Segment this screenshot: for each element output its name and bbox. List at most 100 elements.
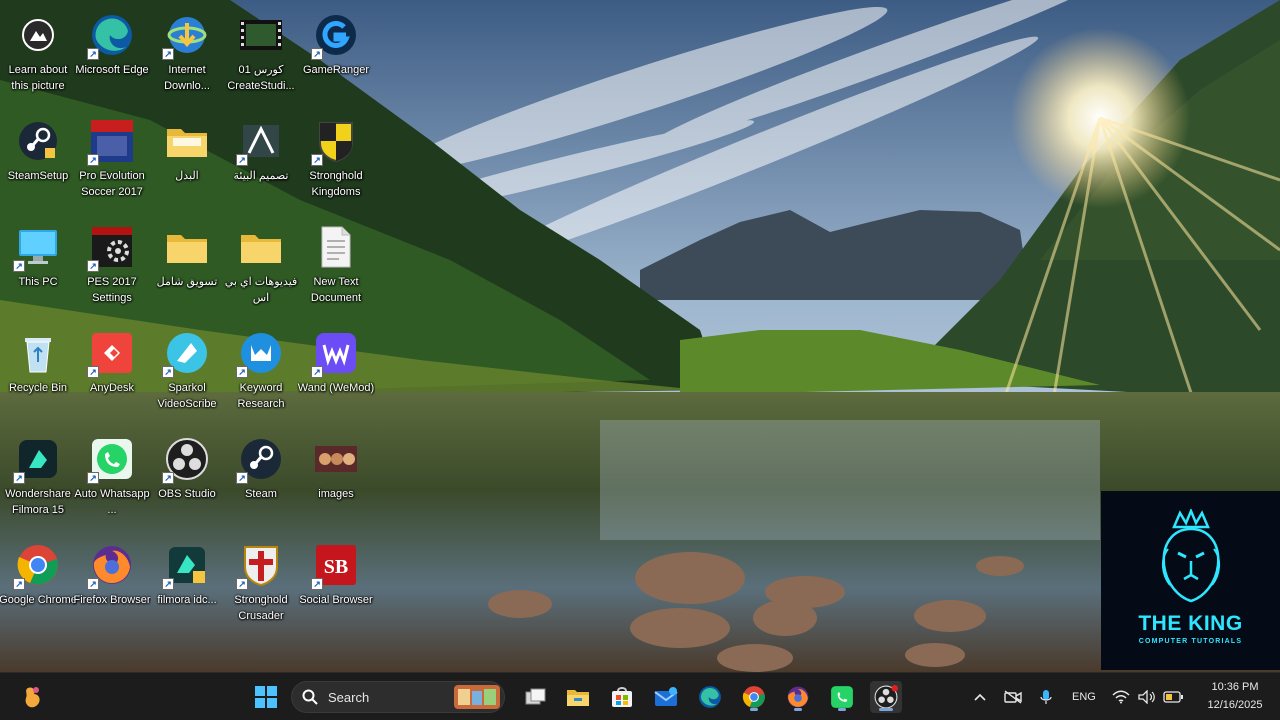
task-view-icon	[525, 688, 546, 705]
desktop-icon-folder-arabic-2[interactable]: تسويق شامل	[150, 218, 224, 314]
input-language-indicator[interactable]: ENG	[1072, 691, 1096, 703]
keyword-research-icon: ↗	[236, 330, 284, 378]
tray-microphone-button[interactable]	[1034, 681, 1058, 713]
clock-date[interactable]: 12/16/2025	[1198, 699, 1272, 711]
desktop-icon-steam[interactable]: ↗ Steam	[224, 430, 298, 526]
desktop-icon-google-chrome[interactable]: ↗ Google Chrome	[0, 536, 77, 632]
desktop-icon-internet-download-manager[interactable]: ↗ Internet Downlo...	[150, 6, 224, 102]
desktop-icon-wondershare-filmora[interactable]: ↗ Wondershare Filmora 15	[1, 430, 75, 526]
start-button[interactable]	[250, 681, 282, 713]
task-view-button[interactable]	[520, 681, 552, 713]
desktop-icon-steamsetup[interactable]: SteamSetup	[1, 112, 75, 208]
clock-time[interactable]: 10:36 PM	[1198, 681, 1272, 693]
desktop-icon-obs-studio[interactable]: ↗ OBS Studio	[150, 430, 224, 526]
file-explorer-button[interactable]	[562, 681, 594, 713]
volume-icon	[1138, 690, 1155, 704]
desktop-icon-stronghold-kingdoms[interactable]: ↗ Stronghold Kingdoms	[299, 112, 373, 208]
icon-label: AnyDesk	[89, 382, 135, 394]
shortcut-arrow-icon: ↗	[87, 154, 99, 166]
obs-taskbar-button[interactable]	[870, 681, 902, 713]
running-indicator	[838, 708, 846, 711]
icon-label: البدل	[175, 170, 199, 182]
desktop-icon-anydesk[interactable]: ↗ AnyDesk	[75, 324, 149, 420]
stronghold-kingdoms-icon: ↗	[311, 118, 359, 166]
desktop-icon-folder-arabic-3[interactable]: فيديوهات اي بي اس	[224, 218, 298, 314]
widgets-button[interactable]	[18, 681, 50, 713]
icon-label: فيديوهات اي بي اس	[224, 276, 298, 304]
desktop-icon-pes-2017-settings[interactable]: ↗ PES 2017 Settings	[75, 218, 149, 314]
tray-wifi-button[interactable]	[1108, 681, 1134, 713]
search-placeholder: Search	[328, 690, 370, 705]
stronghold-crusader-icon: ↗	[236, 542, 284, 590]
obs-icon: ↗	[162, 436, 210, 484]
desktop-icon-wand-wemod[interactable]: ↗ Wand (WeMod)	[298, 324, 374, 420]
pes-2017-icon: ↗	[87, 118, 135, 166]
desktop-icon-learn-about-this-picture[interactable]: Learn about this picture	[1, 6, 75, 102]
edge-icon: ↗	[87, 12, 135, 60]
desktop-icon-social-browser[interactable]: SB ↗ Social Browser	[299, 536, 373, 632]
whatsapp-auto-icon: ↗	[87, 436, 135, 484]
search-icon	[302, 689, 318, 705]
icon-label: Sparkol VideoScribe	[157, 382, 217, 410]
mail-button[interactable]	[650, 681, 682, 713]
icon-label: SteamSetup	[7, 170, 69, 182]
videoscribe-icon: ↗	[162, 330, 210, 378]
steam-setup-icon	[15, 118, 61, 164]
icon-label: OBS Studio	[158, 488, 216, 500]
icon-label: Firefox Browser	[73, 594, 151, 606]
images-icon	[313, 436, 359, 482]
desktop-icon-folder-arabic-1[interactable]: البدل	[150, 112, 224, 208]
folder-icon	[164, 118, 210, 164]
desktop-icon-stronghold-crusader[interactable]: ↗ Stronghold Crusader	[224, 536, 298, 632]
firefox-taskbar-button[interactable]	[782, 681, 814, 713]
filmora-idc-icon: ↗	[162, 542, 210, 590]
running-indicator	[750, 708, 758, 711]
taskbar-search-box[interactable]: Search	[291, 681, 505, 713]
desktop-icon-auto-whatsapp[interactable]: ↗ Auto Whatsapp ...	[74, 430, 150, 526]
icon-label: Google Chrome	[0, 594, 77, 606]
show-hidden-icons-button[interactable]	[968, 681, 992, 713]
icon-label: Wondershare Filmora 15	[5, 488, 71, 516]
desktop-icon-design-shortcut[interactable]: ↗ تصميم البيئة	[224, 112, 298, 208]
gameranger-icon: ↗	[311, 12, 359, 60]
desktop-icon-pro-evolution-soccer-2017[interactable]: ↗ Pro Evolution Soccer 2017	[75, 112, 149, 208]
icon-label: Microsoft Edge	[75, 64, 149, 76]
desktop-icon-recycle-bin[interactable]: Recycle Bin	[1, 324, 75, 420]
shortcut-arrow-icon: ↗	[87, 366, 99, 378]
desktop-icon-new-text-document[interactable]: New Text Document	[299, 218, 373, 314]
shortcut-arrow-icon: ↗	[162, 48, 174, 60]
chrome-icon	[742, 686, 765, 708]
desktop-icon-gameranger[interactable]: ↗ GameRanger	[299, 6, 373, 102]
desktop-icon-createstudio-course[interactable]: 01 كورس CreateStudi...	[224, 6, 298, 102]
tray-volume-button[interactable]	[1134, 681, 1160, 713]
whatsapp-taskbar-button[interactable]	[826, 681, 858, 713]
microsoft-store-button[interactable]	[606, 681, 638, 713]
tray-battery-button[interactable]	[1160, 681, 1186, 713]
icon-label: Learn about this picture	[8, 64, 68, 92]
video-file-icon	[238, 12, 284, 58]
obs-icon	[874, 685, 898, 709]
chrome-taskbar-button[interactable]	[738, 681, 770, 713]
desktop-icon-filmora-idc[interactable]: ↗ filmora idc...	[150, 536, 224, 632]
shortcut-arrow-icon: ↗	[162, 366, 174, 378]
desktop-icon-sparkol-videoscribe[interactable]: ↗ Sparkol VideoScribe	[150, 324, 224, 420]
icon-label: New Text Document	[310, 276, 362, 304]
icon-label: Keyword Research	[237, 382, 285, 410]
shortcut-arrow-icon: ↗	[162, 472, 174, 484]
taskbar: Search ENG 10:36 PM 12/16/2025	[0, 672, 1280, 720]
icon-label: Internet Downlo...	[164, 64, 210, 92]
shortcut-arrow-icon: ↗	[13, 260, 25, 272]
microsoft-store-icon	[612, 687, 632, 707]
search-highlight-art-icon	[454, 685, 500, 709]
desktop-icon-this-pc[interactable]: ↗ This PC	[1, 218, 75, 314]
desktop-icon-grid: Learn about this picture SteamSetup ↗ Th…	[0, 0, 1100, 672]
desktop-icon-microsoft-edge[interactable]: ↗ Microsoft Edge	[75, 6, 149, 102]
desktop-icon-keyword-research[interactable]: ↗ Keyword Research	[224, 324, 298, 420]
edge-taskbar-button[interactable]	[694, 681, 726, 713]
microphone-icon	[1040, 690, 1052, 704]
desktop-icon-images[interactable]: images	[299, 430, 373, 526]
shortcut-arrow-icon: ↗	[87, 260, 99, 272]
tray-camera-off-button[interactable]	[1000, 681, 1026, 713]
shortcut-arrow-icon: ↗	[13, 578, 25, 590]
desktop-icon-firefox-browser[interactable]: ↗ Firefox Browser	[73, 536, 151, 632]
